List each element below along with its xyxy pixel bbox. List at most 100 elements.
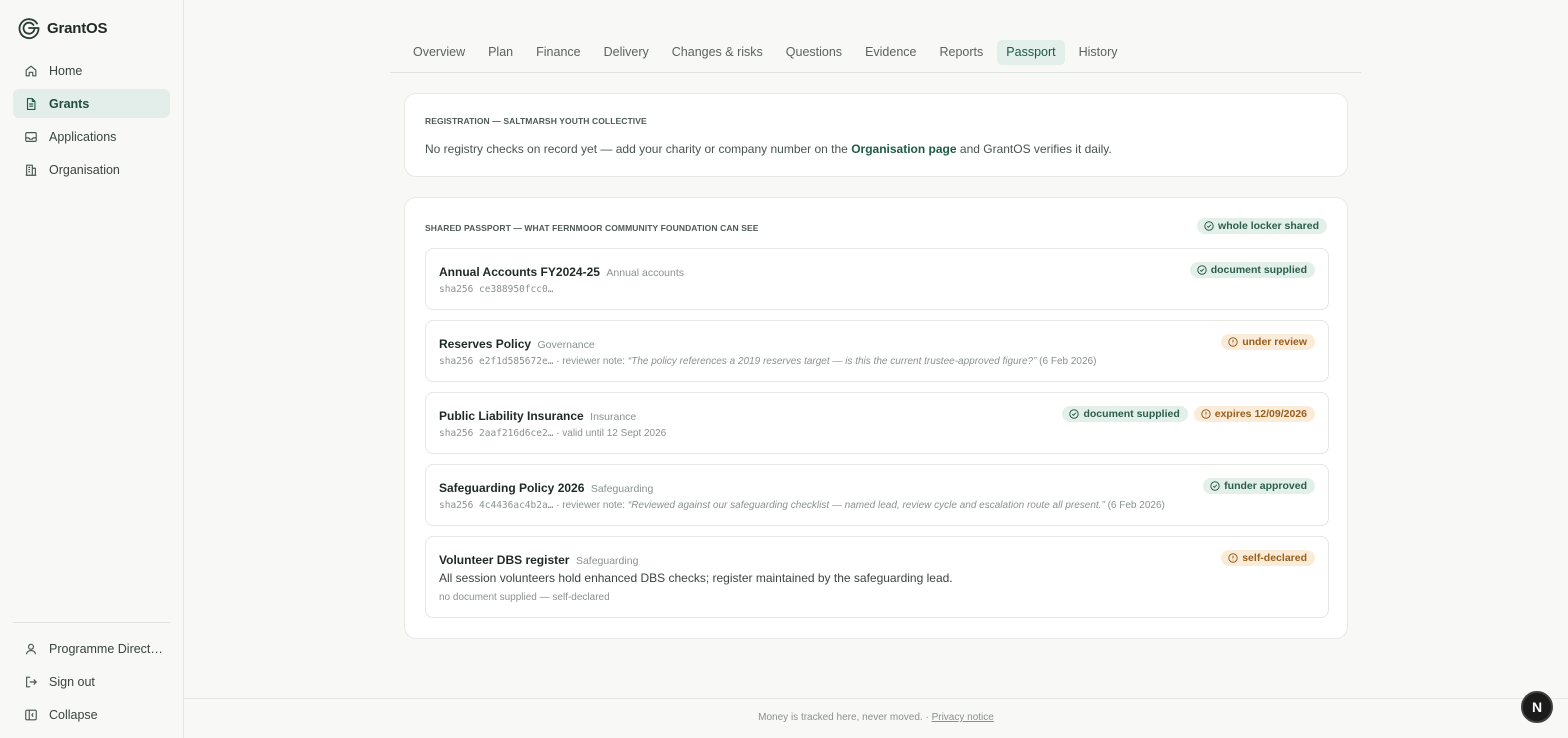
item-heading: Public Liability Insurance Insurance xyxy=(439,407,636,425)
tab-changes-risks[interactable]: Changes & risks xyxy=(663,40,772,65)
status-badge: document supplied xyxy=(1189,262,1315,278)
badge-label: under review xyxy=(1242,336,1307,348)
tab-overview[interactable]: Overview xyxy=(404,40,474,65)
tab-passport[interactable]: Passport xyxy=(997,40,1065,65)
sidebar-item-label: Collapse xyxy=(49,707,98,722)
sidebar-item-sign-out[interactable]: Sign out xyxy=(13,667,170,696)
item-badges: document supplied expires 12/09/2026 xyxy=(1062,406,1315,422)
status-badge: self-declared xyxy=(1221,550,1315,566)
footer-text: Money is tracked here, never moved. · xyxy=(758,712,932,723)
sidebar-item-profile[interactable]: Programme Direct… xyxy=(13,634,170,663)
grant-tabs: Overview Plan Finance Delivery Changes &… xyxy=(390,40,1361,73)
building-icon xyxy=(25,164,37,176)
check-circle-icon xyxy=(1204,221,1214,231)
item-heading: Volunteer DBS register Safeguarding xyxy=(439,551,638,569)
sidebar: GrantOS Home Grants Applications Organis… xyxy=(0,0,184,738)
item-name: Annual Accounts FY2024-25 xyxy=(439,265,600,279)
privacy-notice-link[interactable]: Privacy notice xyxy=(932,712,994,723)
registration-card: REGISTRATION — SALTMARSH YOUTH COLLECTIV… xyxy=(404,93,1348,177)
item-heading: Annual Accounts FY2024-25 Annual account… xyxy=(439,263,684,281)
item-badges: document supplied xyxy=(1189,262,1315,278)
page-footer: Money is tracked here, never moved. · Pr… xyxy=(184,698,1568,738)
registration-text: No registry checks on record yet — add y… xyxy=(425,142,1112,156)
sidebar-collapse-icon xyxy=(25,709,37,720)
check-circle-icon xyxy=(1210,481,1220,491)
sidebar-item-organisation[interactable]: Organisation xyxy=(13,155,170,184)
sidebar-item-home[interactable]: Home xyxy=(13,56,170,85)
alert-circle-icon xyxy=(1228,337,1238,347)
sidebar-item-label: Grants xyxy=(49,96,90,111)
meta-prefix: · reviewer note: xyxy=(553,356,628,367)
sidebar-item-label: Organisation xyxy=(49,162,120,177)
document-hash: sha256 ce388950fcc0… xyxy=(439,284,554,295)
tab-reports[interactable]: Reports xyxy=(931,40,993,65)
badge-label: document supplied xyxy=(1210,264,1307,276)
status-badge: whole locker shared xyxy=(1197,218,1327,234)
status-badge: under review xyxy=(1221,334,1315,350)
passport-item-reserves-policy[interactable]: Reserves Policy Governance under review … xyxy=(425,320,1329,382)
badge-label: funder approved xyxy=(1224,480,1307,492)
tab-finance[interactable]: Finance xyxy=(527,40,589,65)
sidebar-footer: Programme Direct… Sign out Collapse xyxy=(13,634,170,733)
tab-delivery[interactable]: Delivery xyxy=(595,40,658,65)
badge-label: self-declared xyxy=(1242,552,1307,564)
reviewer-note: “The policy references a 2019 reserves t… xyxy=(627,356,1037,367)
alert-circle-icon xyxy=(1228,553,1238,563)
passport-header-badge: whole locker shared xyxy=(1197,218,1327,236)
registration-text-after: and GrantOS verifies it daily. xyxy=(956,142,1112,156)
brand-name: GrantOS xyxy=(47,19,108,37)
sidebar-item-applications[interactable]: Applications xyxy=(13,122,170,151)
item-category: Governance xyxy=(537,339,595,351)
expiry-badge: expires 12/09/2026 xyxy=(1193,406,1315,422)
document-icon xyxy=(26,97,36,110)
grantos-logo-icon xyxy=(18,18,40,40)
inbox-icon xyxy=(25,131,37,142)
document-hash: sha256 e2f1d585672e… xyxy=(439,356,554,367)
status-badge: document supplied xyxy=(1062,406,1188,422)
alert-circle-icon xyxy=(1201,409,1211,419)
sidebar-item-label: Applications xyxy=(49,129,117,144)
sidebar-item-label: Home xyxy=(49,63,83,78)
organisation-page-link[interactable]: Organisation page xyxy=(851,142,956,156)
sidebar-item-collapse[interactable]: Collapse xyxy=(13,700,170,729)
item-badges: under review xyxy=(1221,334,1315,350)
passport-item-safeguarding-policy[interactable]: Safeguarding Policy 2026 Safeguarding fu… xyxy=(425,464,1329,526)
tab-questions[interactable]: Questions xyxy=(777,40,851,65)
passport-title: SHARED PASSPORT — WHAT FERNMOOR COMMUNIT… xyxy=(425,223,759,233)
item-meta: sha256 4c4436ac4b2a… · reviewer note: “R… xyxy=(439,500,1165,511)
item-heading: Reserves Policy Governance xyxy=(439,335,595,353)
meta-prefix: · reviewer note: xyxy=(553,500,628,511)
tab-plan[interactable]: Plan xyxy=(479,40,522,65)
item-meta: no document supplied — self-declared xyxy=(439,592,610,603)
document-hash: sha256 4c4436ac4b2a… xyxy=(439,500,554,511)
item-name: Public Liability Insurance xyxy=(439,409,584,423)
check-circle-icon xyxy=(1197,265,1207,275)
item-meta: sha256 e2f1d585672e… · reviewer note: “T… xyxy=(439,356,1096,367)
item-meta: sha256 2aaf216d6ce2… · valid until 12 Se… xyxy=(439,428,666,439)
assistant-button[interactable]: N xyxy=(1521,691,1553,723)
sign-out-icon xyxy=(26,676,37,687)
check-circle-icon xyxy=(1069,409,1080,419)
item-category: Safeguarding xyxy=(575,555,639,567)
document-hash: sha256 2aaf216d6ce2… xyxy=(439,428,554,439)
sidebar-item-label: Sign out xyxy=(49,674,95,689)
passport-item-public-liability[interactable]: Public Liability Insurance Insurance doc… xyxy=(425,392,1329,454)
item-name: Reserves Policy xyxy=(439,337,532,351)
passport-item-annual-accounts[interactable]: Annual Accounts FY2024-25 Annual account… xyxy=(425,248,1329,310)
tab-evidence[interactable]: Evidence xyxy=(856,40,925,65)
item-category: Annual accounts xyxy=(606,267,685,279)
sidebar-nav: Home Grants Applications Organisation xyxy=(13,56,170,188)
item-heading: Safeguarding Policy 2026 Safeguarding xyxy=(439,479,653,497)
sidebar-item-label: Programme Direct… xyxy=(49,641,163,656)
home-icon xyxy=(25,65,37,76)
item-category: Safeguarding xyxy=(590,483,654,495)
badge-label: document supplied xyxy=(1083,408,1180,420)
passport-item-volunteer-dbs[interactable]: Volunteer DBS register Safeguarding self… xyxy=(425,536,1329,618)
tab-history[interactable]: History xyxy=(1070,40,1127,65)
sidebar-item-grants[interactable]: Grants xyxy=(13,89,170,118)
item-badges: funder approved xyxy=(1203,478,1315,494)
brand[interactable]: GrantOS xyxy=(17,16,107,40)
meta-suffix: (6 Feb 2026) xyxy=(1036,356,1097,367)
reviewer-note: “Reviewed against our safeguarding check… xyxy=(627,500,1105,511)
item-category: Insurance xyxy=(590,411,637,423)
